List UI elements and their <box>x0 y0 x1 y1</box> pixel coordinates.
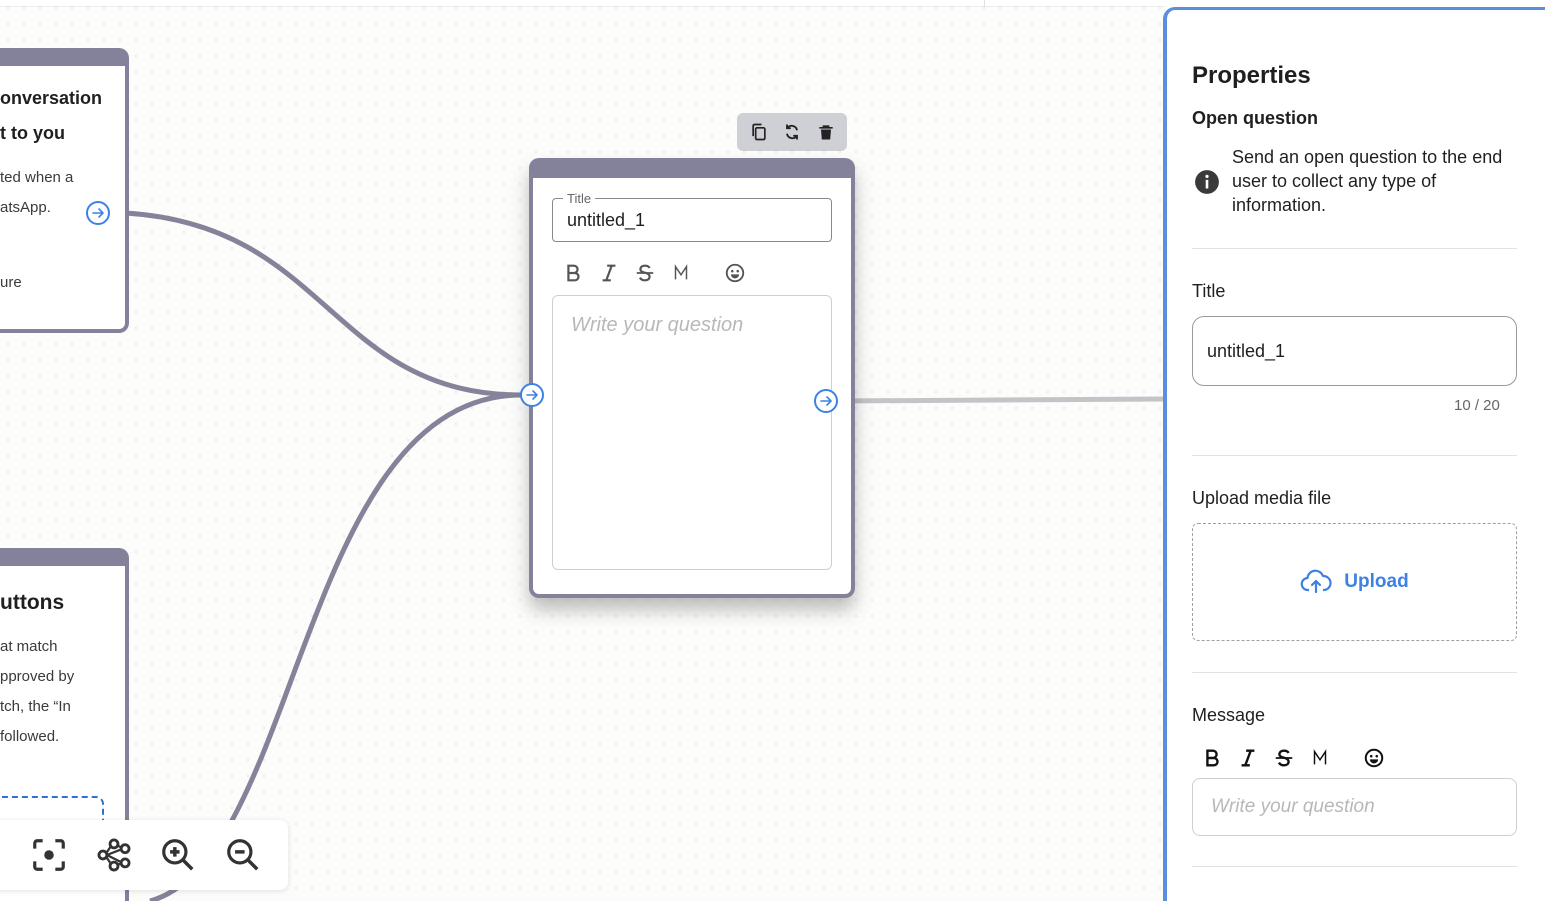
panel-description: Send an open question to the end user to… <box>1232 147 1503 215</box>
node-body-line: followed. <box>0 728 60 745</box>
arrow-right-icon <box>820 396 832 406</box>
open-question-node[interactable]: Title untitled_1 Write your question <box>529 158 855 598</box>
delete-button[interactable] <box>814 120 838 144</box>
node-body-line: atsApp. <box>0 199 51 216</box>
title-label: Title <box>1192 281 1226 301</box>
edge-top-to-question <box>124 210 523 398</box>
upload-button-label[interactable]: Upload <box>1344 571 1408 593</box>
node-body-line: at match <box>0 638 58 655</box>
title-field-legend: Title <box>563 191 596 206</box>
title-input[interactable]: untitled_1 <box>1192 316 1517 386</box>
monospace-icon <box>674 264 688 280</box>
emoji-button[interactable] <box>723 261 747 285</box>
node-toolbar <box>737 113 847 151</box>
node-format-toolbar <box>561 261 747 285</box>
node-title-field[interactable]: Title untitled_1 <box>552 191 832 242</box>
question-textarea[interactable]: Write your question <box>552 295 832 570</box>
question-placeholder: Write your question <box>571 314 744 336</box>
strikethrough-button[interactable] <box>1272 746 1296 770</box>
fit-view-button[interactable] <box>29 835 69 875</box>
node-title: uttons <box>0 591 65 614</box>
arrow-right-icon <box>92 208 104 218</box>
italic-icon <box>602 264 616 282</box>
flow-canvas[interactable]: onversation t to you ted when a atsApp. … <box>0 0 1165 901</box>
emoji-icon <box>725 263 745 283</box>
delete-icon <box>818 125 833 140</box>
focus-icon <box>32 839 65 871</box>
title-char-counter: 10 / 20 <box>1454 397 1500 414</box>
monospace-button[interactable] <box>669 261 693 285</box>
node-body-line: tch, the “In <box>0 698 71 715</box>
divider <box>1192 672 1517 673</box>
node-body-line: pproved by <box>0 668 75 685</box>
divider <box>1192 866 1517 867</box>
node-output-handle[interactable] <box>814 389 838 413</box>
bold-button[interactable] <box>561 261 585 285</box>
title-field-value: untitled_1 <box>567 210 646 230</box>
strikethrough-icon <box>636 264 654 282</box>
monospace-button[interactable] <box>1308 746 1332 770</box>
arrow-right-icon <box>526 390 538 400</box>
message-label: Message <box>1192 705 1266 725</box>
cloud-upload-icon <box>1300 569 1332 594</box>
emoji-icon <box>1364 748 1384 768</box>
node-input-handle[interactable] <box>520 383 544 407</box>
message-placeholder: Write your question <box>1211 796 1375 817</box>
emoji-button[interactable] <box>1362 746 1386 770</box>
refresh-icon <box>786 124 798 140</box>
italic-button[interactable] <box>597 261 621 285</box>
zoom-out-button[interactable] <box>223 835 263 875</box>
upload-dropzone[interactable]: Upload <box>1192 523 1517 641</box>
message-input[interactable]: Write your question <box>1192 778 1517 836</box>
bold-icon <box>1206 749 1219 767</box>
strikethrough-icon <box>1275 749 1293 767</box>
monospace-icon <box>1313 749 1327 765</box>
node-output-handle[interactable] <box>86 201 110 225</box>
refresh-button[interactable] <box>780 120 804 144</box>
node-title-line: onversation <box>0 88 103 108</box>
zoom-in-icon <box>162 839 194 871</box>
message-format-toolbar <box>1200 746 1386 770</box>
panel-subtitle: Open question <box>1192 108 1318 128</box>
divider <box>1192 248 1517 249</box>
zoom-out-icon <box>227 839 259 871</box>
bold-icon <box>567 264 580 282</box>
italic-button[interactable] <box>1236 746 1260 770</box>
copy-button[interactable] <box>747 120 771 144</box>
copy-icon <box>751 123 766 141</box>
node-body-line: ted when a <box>0 169 74 186</box>
edge-question-to-next <box>837 396 1165 404</box>
panel-title: Properties <box>1192 62 1311 89</box>
italic-icon <box>1241 749 1255 767</box>
auto-layout-button[interactable] <box>94 835 134 875</box>
bold-button[interactable] <box>1200 746 1224 770</box>
canvas-controls <box>0 820 288 890</box>
title-input-value: untitled_1 <box>1207 341 1286 361</box>
zoom-in-button[interactable] <box>158 835 198 875</box>
node-body-line: ure <box>0 274 22 291</box>
upload-label: Upload media file <box>1192 488 1332 508</box>
info-icon <box>1195 170 1219 194</box>
strikethrough-button[interactable] <box>633 261 657 285</box>
message-node-top[interactable]: onversation t to you ted when a atsApp. … <box>0 48 129 333</box>
properties-panel: Properties Open question Send an open qu… <box>1163 7 1545 901</box>
share-icon <box>97 838 131 872</box>
divider <box>1192 455 1517 456</box>
node-title-line: t to you <box>0 123 65 143</box>
